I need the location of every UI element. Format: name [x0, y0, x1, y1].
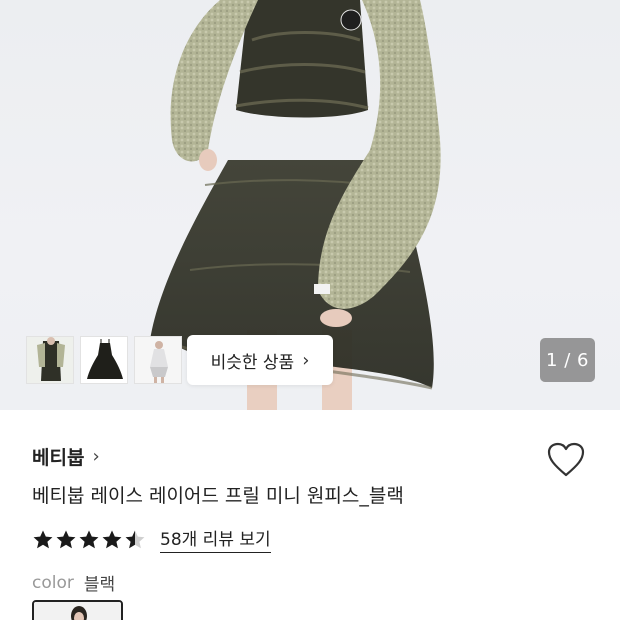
star-full-icon: [102, 530, 122, 548]
reviews-link[interactable]: 58개 리뷰 보기: [160, 525, 271, 553]
product-image[interactable]: 비슷한 상품 › 1 / 6: [0, 0, 620, 410]
star-rating: [32, 529, 146, 550]
brand-link[interactable]: 베티붑 ›: [32, 443, 100, 470]
thumbnail-3[interactable]: [134, 336, 182, 384]
thumbnail-1[interactable]: [26, 336, 74, 384]
thumbnail-2[interactable]: [80, 336, 128, 384]
color-label: color: [32, 572, 74, 593]
product-detail-page: 비슷한 상품 › 1 / 6 베티붑 › 베티붑 레이스 레이어드 프릴 미니 …: [0, 0, 620, 620]
chevron-right-icon: ›: [92, 446, 100, 467]
color-value: 블랙: [83, 575, 116, 595]
brand-name: 베티붑: [32, 447, 85, 469]
thumbnail-image: [27, 337, 73, 383]
product-title: 베티붑 레이스 레이어드 프릴 미니 원피스_블랙: [32, 485, 404, 507]
similar-products-label: 비슷한 상품: [210, 352, 295, 373]
star-full-icon: [79, 530, 99, 548]
rating-row: 58개 리뷰 보기: [32, 525, 271, 553]
chevron-right-icon: ›: [302, 349, 310, 371]
star-full-icon: [56, 530, 76, 548]
image-pager: 1 / 6: [540, 338, 595, 382]
color-selector-label: color 블랙: [32, 570, 116, 596]
heart-icon[interactable]: [546, 441, 586, 479]
swatch-image: [34, 602, 121, 620]
star-half-icon: [125, 530, 145, 548]
thumbnail-image: [135, 337, 181, 383]
star-full-icon: [33, 530, 53, 548]
similar-products-button[interactable]: 비슷한 상품 ›: [187, 335, 333, 385]
color-swatch-black[interactable]: [32, 600, 123, 620]
thumbnail-image: [81, 337, 127, 383]
